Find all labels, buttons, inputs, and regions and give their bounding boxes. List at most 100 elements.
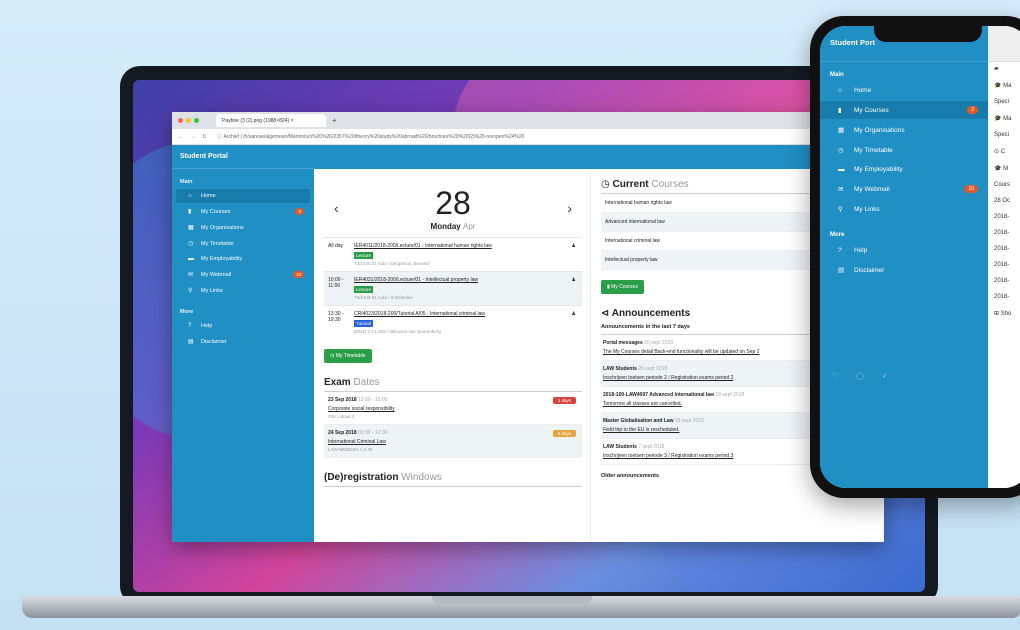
exam-room: LAW-WEBEXH A.2.30 [328,447,373,452]
sidebar-item-home[interactable]: ⌂ Home [176,189,310,203]
portal-topbar [314,145,884,169]
exam-date: 23 Sep 2018 13:00 - 15:00 [328,397,388,403]
sidebar-item-my-webmail[interactable]: ✉ My Webmail 10 [820,180,988,198]
person-icon[interactable]: ♟ [572,277,576,283]
event-type-tag: Lecture [354,286,374,293]
prev-day-button[interactable]: ‹ [334,200,339,216]
sidebar-item-my-links[interactable]: ⚲ My Links [176,283,310,298]
course-name[interactable]: Intellectual property law [605,257,658,263]
sidebar-item-help[interactable]: ? Help [176,319,310,333]
sidebar-item-label: Disclaimer [201,338,227,345]
event-title[interactable]: IER4031/2018-200/Lecture/01 - Intellectu… [354,277,578,283]
event-title[interactable]: CRI4023/2018-200/Tutorial A/05 - Interna… [354,311,578,317]
link-icon: ⚲ [838,206,843,213]
sidebar-item-my-courses[interactable]: ▮ My Courses 2 [820,101,988,119]
person-icon[interactable]: ♟ [572,243,576,249]
day-name: Monday Apr [430,222,476,231]
sidebar-item-label: My Timetable [854,146,893,154]
sidebar-item-my-employability[interactable]: ▬ My Employability [820,161,988,178]
browser-window: Payboe (3 (2).png (1988×824) × + ← → C ⓘ… [172,112,884,542]
sidebar-item-my-organisations[interactable]: ▦ My Organisations [176,220,310,235]
briefcase-icon: ▬ [838,166,845,173]
calendar-event[interactable]: 10:00 - 11:00 IER4031/2018-200/Lecture/0… [324,271,582,305]
sidebar-item-my-organisations[interactable]: ▦ My Organisations [820,121,988,139]
course-name[interactable]: International criminal law [605,238,660,244]
sidebar-item-my-timetable[interactable]: ◷ My Timetable [820,141,988,159]
phone-topbar [988,26,1020,62]
sidebar-item-label: My Organisations [854,126,905,134]
phone-peek-row: 2018- [994,230,1010,236]
phone-peek-row: ⊙ C [994,149,1006,155]
organisation-icon: ▦ [838,127,845,134]
exam-subject[interactable]: International Criminal Law [328,439,578,445]
sidebar-item-my-employability[interactable]: ▬ My Employability [176,252,310,266]
calendar-event[interactable]: All day IER4011/2018-200/Lecture/01 - In… [324,237,582,271]
sidebar-item-label: My Employability [201,256,243,262]
exam-row[interactable]: 23 Sep 2018 13:00 - 15:00 Corporate soci… [324,392,582,425]
clock-icon: ◷ [188,241,194,247]
phone-footer-icons[interactable]: ♡ ◯ ✓ [832,372,896,380]
day-number: 28 [435,185,471,221]
phone-peek-row: 🎓 M [994,166,1009,172]
portal-app: Student Portal Main ⌂ Home ▮ My Courses 2 ▦ My… [172,145,884,542]
close-window-icon[interactable] [178,118,183,123]
phone-peek-row: ⊞ Sho [994,311,1012,317]
help-icon: ? [838,247,842,254]
sidebar-item-my-webmail[interactable]: ✉ My Webmail 10 [176,267,310,282]
sidebar-item-label: My Timetable [201,240,234,247]
my-courses-button[interactable]: ▮ My Courses [601,280,644,294]
sidebar-item-label: My Employability [854,166,903,173]
sidebar-item-help[interactable]: ? Help [820,242,988,259]
maximize-window-icon[interactable] [194,118,199,123]
sidebar-more-label: More [180,309,194,315]
exam-subject[interactable]: Corporate social responsibility [328,406,578,412]
new-tab-button[interactable]: + [332,116,337,125]
url-text[interactable]: ⓘ Archief | /h/uarese/algemeen/Marion/u/… [217,133,878,140]
days-remaining-badge: 3 days [552,397,576,404]
event-title[interactable]: IER4011/2018-200/Lecture/01 - Internatio… [354,243,578,249]
next-day-button[interactable]: › [567,200,572,216]
exam-room: GBI Lokaal 3 [328,414,355,419]
sidebar-item-disclaimer[interactable]: ▤ Disclaimer [176,334,310,349]
days-remaining-badge: 5 days [552,430,576,437]
phone-notch [874,26,982,42]
phone-peek-row: 2018- [994,214,1010,220]
exam-row[interactable]: 24 Sep 2018 09:00 - 12:30 International … [324,425,582,458]
left-column: ‹ 28 Monday Apr › All day IER4011/2018-2… [314,145,590,542]
mail-icon: ✉ [188,272,194,278]
url-bar[interactable]: ← → C ⓘ Archief | /h/uarese/algemeen/Mar… [172,129,884,145]
phone-peek-row: Speci [994,99,1010,105]
minimize-window-icon[interactable] [186,118,191,123]
my-timetable-button[interactable]: ◷ My Timetable [324,349,372,363]
count-badge: 10 [292,271,304,278]
browser-tab[interactable]: Payboe (3 (2).png (1988×824) × [216,114,326,127]
phone-peek-row: 28 Oc [994,198,1011,204]
course-name[interactable]: Advanced international law [605,219,665,225]
sidebar-item-my-timetable[interactable]: ◷ My Timetable [176,236,310,251]
count-badge: 2 [295,208,304,215]
course-name[interactable]: International human rights law [605,200,672,206]
sidebar-item-my-links[interactable]: ⚲ My Links [820,200,988,218]
laptop-hinge [432,596,592,604]
person-icon[interactable]: ♟ [572,311,576,317]
portal-title[interactable]: Student Portal [172,145,314,169]
phone-peek-row: 2018- [994,246,1010,252]
sidebar-item-disclaimer[interactable]: ▤ Disclaimer [820,261,988,279]
date-navigator: ‹ 28 Monday Apr › [324,179,582,237]
browser-nav-buttons[interactable]: ← → C [178,134,209,140]
sidebar-item-label: My Courses [854,106,889,114]
phone-peek-row: ▰ [994,66,999,72]
phone-screen: Student Port Main ⌂ Home ▮ My Courses 2 ▦ My O… [820,26,1020,488]
sidebar-item-label: My Webmail [854,185,890,193]
clock-icon: ◷ [838,147,844,154]
sidebar-item-label: Home [201,193,216,199]
sidebar-item-my-courses[interactable]: ▮ My Courses 2 [176,204,310,219]
phone-peek-row: 2018- [994,278,1010,284]
deregistration-title: (De)registration Windows [324,472,582,487]
sidebar-item-home[interactable]: ⌂ Home [820,82,988,99]
book-icon: ▮ [188,209,192,215]
event-time: 10:00 - 11:00 [328,277,344,289]
mail-icon: ✉ [838,186,844,193]
phone-peek-row: 2018- [994,262,1010,268]
calendar-event[interactable]: 13:30 - 19:30 CRI4023/2018-200/Tutorial … [324,305,582,339]
